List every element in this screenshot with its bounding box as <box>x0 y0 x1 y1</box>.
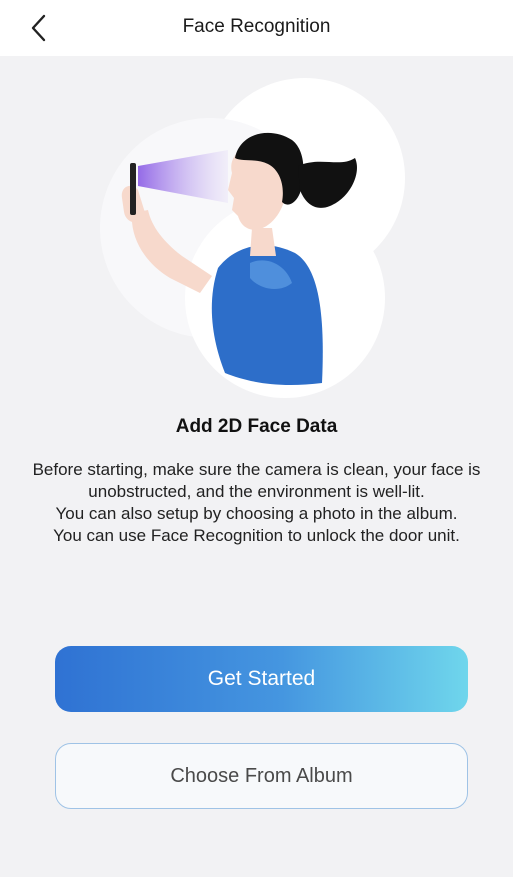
navigation-bar: Face Recognition <box>0 0 513 56</box>
section-heading: Add 2D Face Data <box>175 416 338 437</box>
phone <box>130 163 136 215</box>
get-started-button[interactable]: Get Started <box>55 646 468 712</box>
instructions-text: Before starting, make sure the camera is… <box>28 459 485 547</box>
face-scan-illustration <box>100 78 430 398</box>
instruction-line-1: Before starting, make sure the camera is… <box>32 460 481 501</box>
choose-from-album-button[interactable]: Choose From Album <box>55 743 468 809</box>
person-with-phone-illustration <box>100 78 405 398</box>
face-recognition-screen: Face Recognition Add 2D Face Data Before… <box>0 0 513 877</box>
instruction-line-2: You can also setup by choosing a photo i… <box>55 504 458 523</box>
neck <box>250 228 276 256</box>
choose-from-album-label: Choose From Album <box>170 764 353 787</box>
page-title: Face Recognition <box>182 16 331 37</box>
instruction-line-3: You can use Face Recognition to unlock t… <box>53 526 460 545</box>
get-started-label: Get Started <box>207 667 316 690</box>
